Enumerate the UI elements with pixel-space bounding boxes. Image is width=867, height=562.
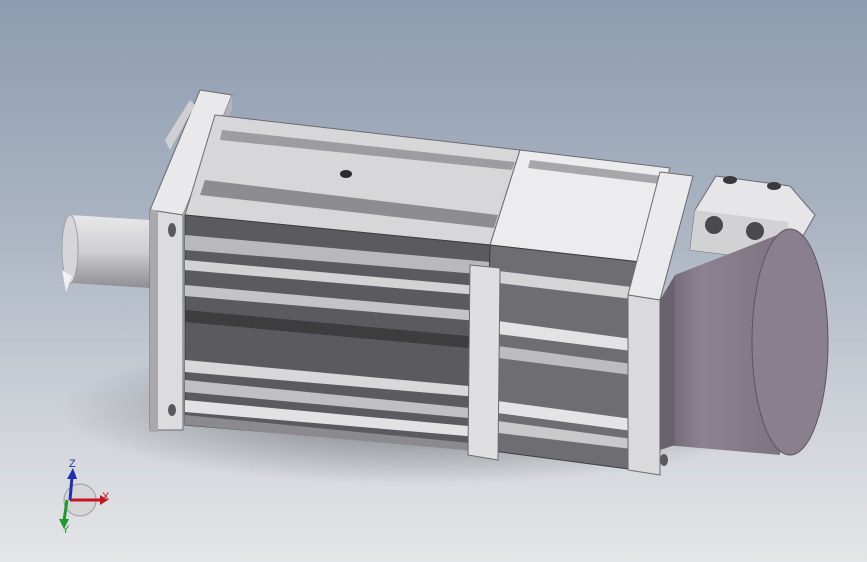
triad-graphic bbox=[59, 468, 108, 529]
reference-triad[interactable]: X Y Z bbox=[40, 455, 130, 540]
connector-hole bbox=[705, 216, 723, 234]
servo-motor-model[interactable] bbox=[0, 0, 867, 562]
z-axis-arrow bbox=[68, 476, 74, 501]
x-axis-label: X bbox=[102, 491, 110, 503]
y-axis-label: Y bbox=[62, 524, 70, 536]
graphics-viewport[interactable]: X Y Z bbox=[0, 0, 867, 562]
output-shaft[interactable] bbox=[61, 214, 150, 292]
housing-hole bbox=[340, 170, 352, 178]
z-axis-label: Z bbox=[69, 458, 76, 470]
encoder-cap[interactable] bbox=[660, 228, 829, 456]
connector-hole bbox=[746, 222, 764, 240]
